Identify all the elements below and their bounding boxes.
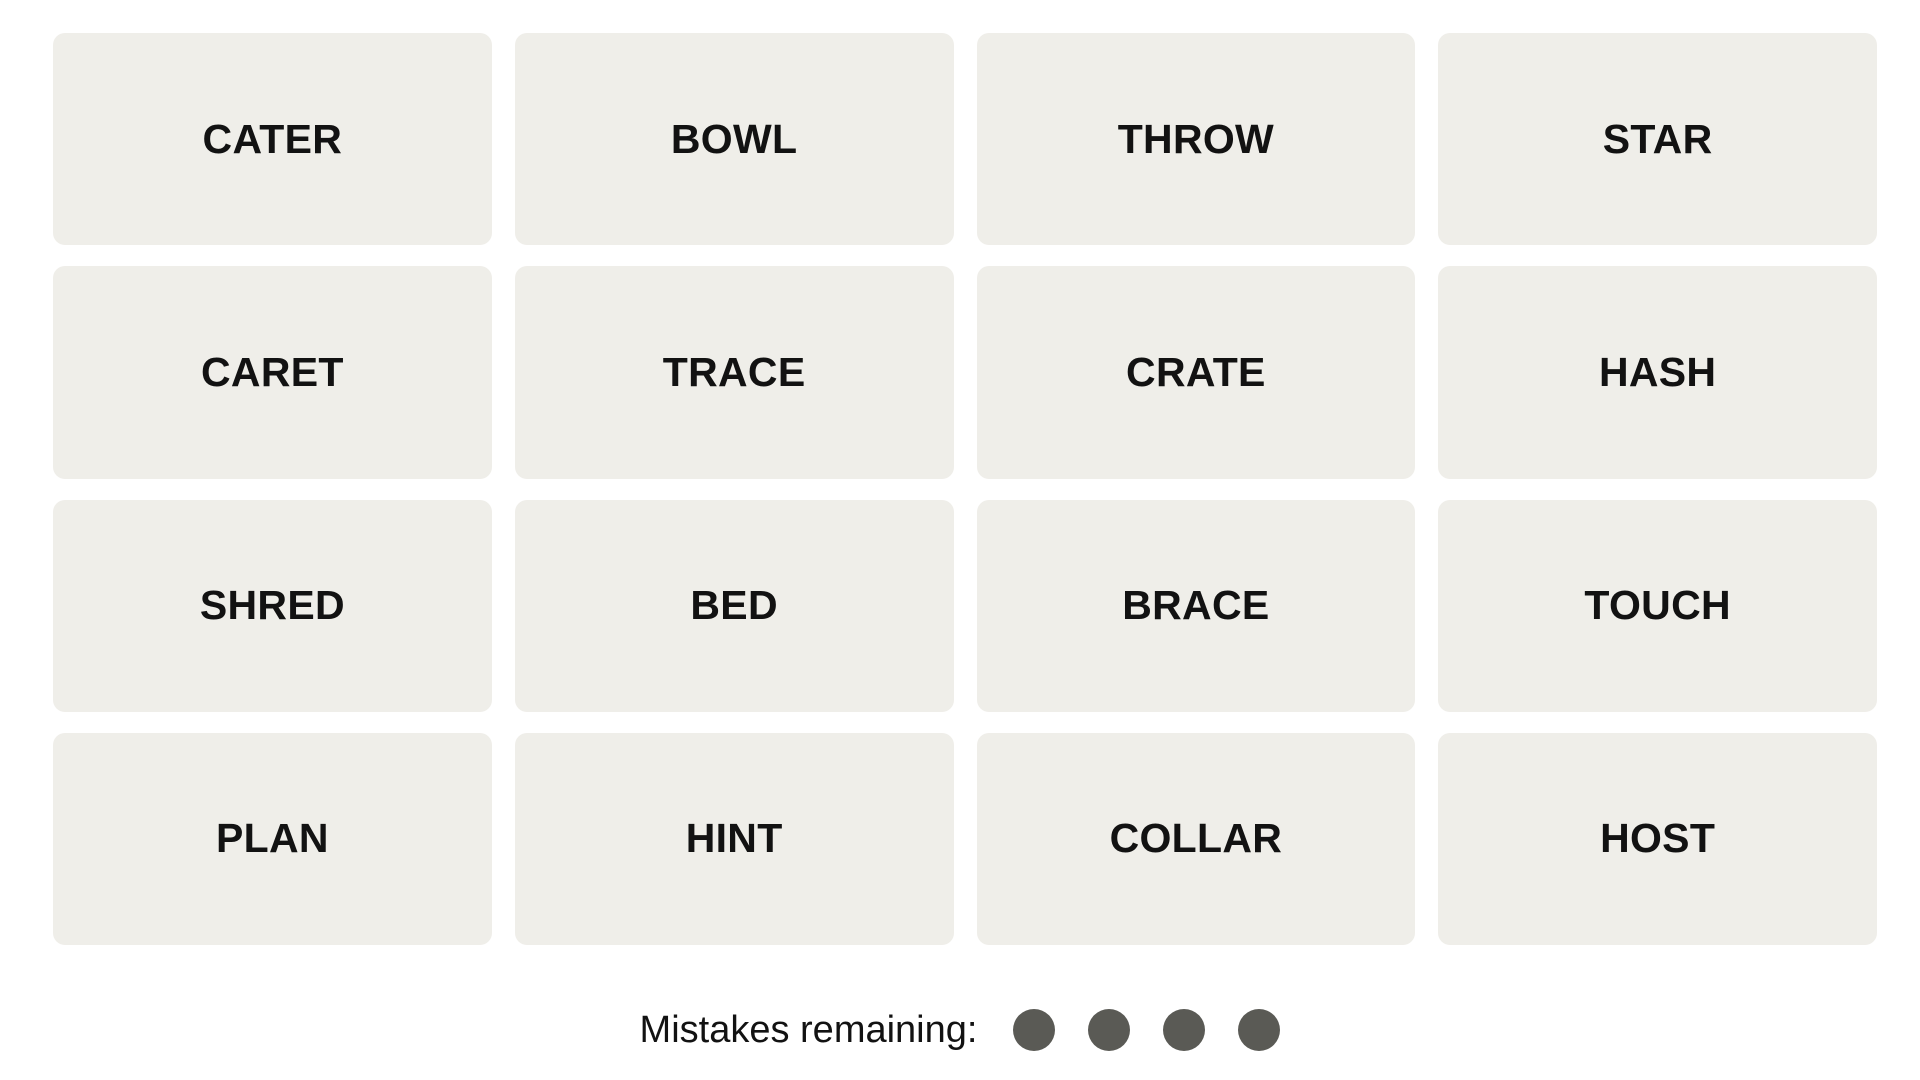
connections-game-root: CATER BOWL THROW STAR CARET TRACE CRATE HASH SHR… <box>0 0 1920 1080</box>
word-tile[interactable]: THROW <box>976 33 1416 246</box>
word-tile[interactable]: BED <box>514 499 954 712</box>
word-tile[interactable]: STAR <box>1438 33 1877 246</box>
word-tile[interactable]: TRACE <box>514 266 954 479</box>
word-tile-label: HINT <box>685 815 783 862</box>
word-tile-label: SHRED <box>199 582 345 629</box>
puzzle-grid: CATER BOWL THROW STAR CARET TRACE CRATE HASH SHR… <box>53 33 1877 945</box>
word-tile-label: HASH <box>1598 348 1717 395</box>
word-tile-label: CATER <box>202 115 343 162</box>
mistake-dot-icon <box>1088 1009 1131 1051</box>
word-tile[interactable]: HOST <box>1438 732 1877 945</box>
word-tile[interactable]: HINT <box>514 732 954 945</box>
word-tile-label: TRACE <box>662 348 806 395</box>
word-tile[interactable]: CATER <box>53 33 492 246</box>
word-tile[interactable]: CRATE <box>976 266 1416 479</box>
mistake-dot-icon <box>1163 1009 1206 1051</box>
mistakes-remaining-label: Mistakes remaining: <box>639 1009 978 1051</box>
word-tile-label: BRACE <box>1122 582 1270 629</box>
word-tile-label: COLLAR <box>1109 815 1283 862</box>
word-tile[interactable]: BOWL <box>514 33 954 246</box>
mistakes-remaining-dots <box>1013 1009 1281 1051</box>
word-tile-label: CRATE <box>1126 348 1266 395</box>
mistake-dot-icon <box>1013 1009 1056 1051</box>
word-tile[interactable]: BRACE <box>976 499 1416 712</box>
word-tile-label: PLAN <box>215 815 329 862</box>
word-tile-label: CARET <box>201 348 344 395</box>
word-tile-label: THROW <box>1117 115 1275 162</box>
word-tile[interactable]: PLAN <box>53 732 492 945</box>
word-tile[interactable]: COLLAR <box>976 732 1416 945</box>
word-tile[interactable]: CARET <box>53 266 492 479</box>
word-tile-label: STAR <box>1602 115 1713 162</box>
word-tile-label: TOUCH <box>1584 582 1731 629</box>
mistake-dot-icon <box>1238 1009 1281 1051</box>
word-tile-label: HOST <box>1600 815 1716 862</box>
word-tile-label: BOWL <box>670 115 798 162</box>
word-tile[interactable]: SHRED <box>53 499 492 712</box>
mistakes-remaining-row: Mistakes remaining: <box>0 1000 1920 1060</box>
word-tile[interactable]: HASH <box>1438 266 1877 479</box>
word-tile[interactable]: TOUCH <box>1438 499 1877 712</box>
word-tile-label: BED <box>690 582 778 629</box>
